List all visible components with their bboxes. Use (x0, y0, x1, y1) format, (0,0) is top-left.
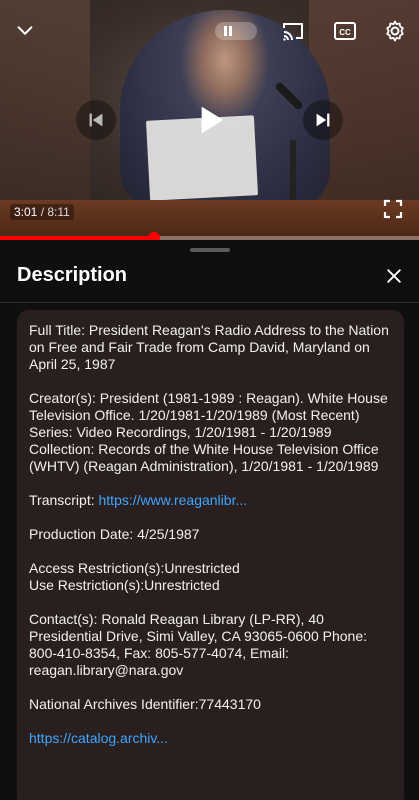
contacts-text: Contact(s): Ronald Reagan Library (LP-RR… (29, 611, 367, 678)
skip-next-icon (316, 113, 330, 127)
previous-video-button[interactable] (76, 100, 116, 140)
next-video-button[interactable] (303, 100, 343, 140)
creators-text: Creator(s): President (1981-1989 : Reaga… (29, 390, 388, 423)
closed-captions-icon: CC (334, 22, 356, 40)
seek-bar-handle[interactable] (148, 232, 161, 240)
transcript-link[interactable]: https://www.reaganlibr... (99, 492, 248, 508)
chevron-down-icon (17, 26, 33, 35)
current-time: 3:01 (14, 205, 38, 219)
fullscreen-icon (383, 199, 403, 219)
autoplay-toggle[interactable] (215, 22, 257, 40)
close-button[interactable] (380, 262, 408, 290)
collection-text: Collection: Records of the White House T… (29, 441, 379, 474)
drag-handle[interactable] (190, 248, 230, 252)
archives-id-text: National Archives Identifier:77443170 (29, 696, 261, 712)
gear-icon (386, 20, 404, 42)
description-panel: Description Full Title: President Reagan… (0, 240, 419, 800)
production-date-text: Production Date: 4/25/1987 (29, 526, 200, 542)
divider (0, 302, 419, 303)
cast-icon (283, 23, 303, 41)
panel-title: Description (17, 264, 128, 286)
skip-previous-icon (89, 113, 103, 127)
play-button[interactable] (186, 96, 234, 144)
minimize-button[interactable] (10, 16, 40, 46)
close-icon (387, 269, 401, 283)
transcript-label: Transcript: (29, 492, 99, 508)
transcript-line: Transcript: https://www.reaganlibr... (29, 492, 392, 509)
series-text: Series: Video Recordings, 1/20/1981 - 1/… (29, 424, 332, 440)
access-restriction-text: Access Restriction(s):Unrestricted (29, 560, 240, 576)
full-title-text: Full Title: President Reagan's Radio Add… (29, 322, 389, 372)
video-player[interactable]: CC 3:01 / 8:11 (0, 0, 419, 240)
video-duration: 8:11 (47, 205, 70, 219)
time-readout: 3:01 / 8:11 (10, 204, 74, 220)
cast-button[interactable] (278, 16, 308, 46)
use-restriction-text: Use Restriction(s):Unrestricted (29, 577, 220, 593)
pause-toggle-icon (224, 26, 232, 36)
svg-text:CC: CC (339, 28, 351, 37)
fullscreen-button[interactable] (378, 194, 408, 224)
captions-button[interactable]: CC (330, 16, 360, 46)
settings-button[interactable] (380, 16, 410, 46)
description-card: Full Title: President Reagan's Radio Add… (17, 310, 404, 800)
play-icon (201, 106, 224, 134)
catalog-link[interactable]: https://catalog.archiv... (29, 730, 168, 746)
catalog-line: https://catalog.archiv... (29, 730, 392, 747)
